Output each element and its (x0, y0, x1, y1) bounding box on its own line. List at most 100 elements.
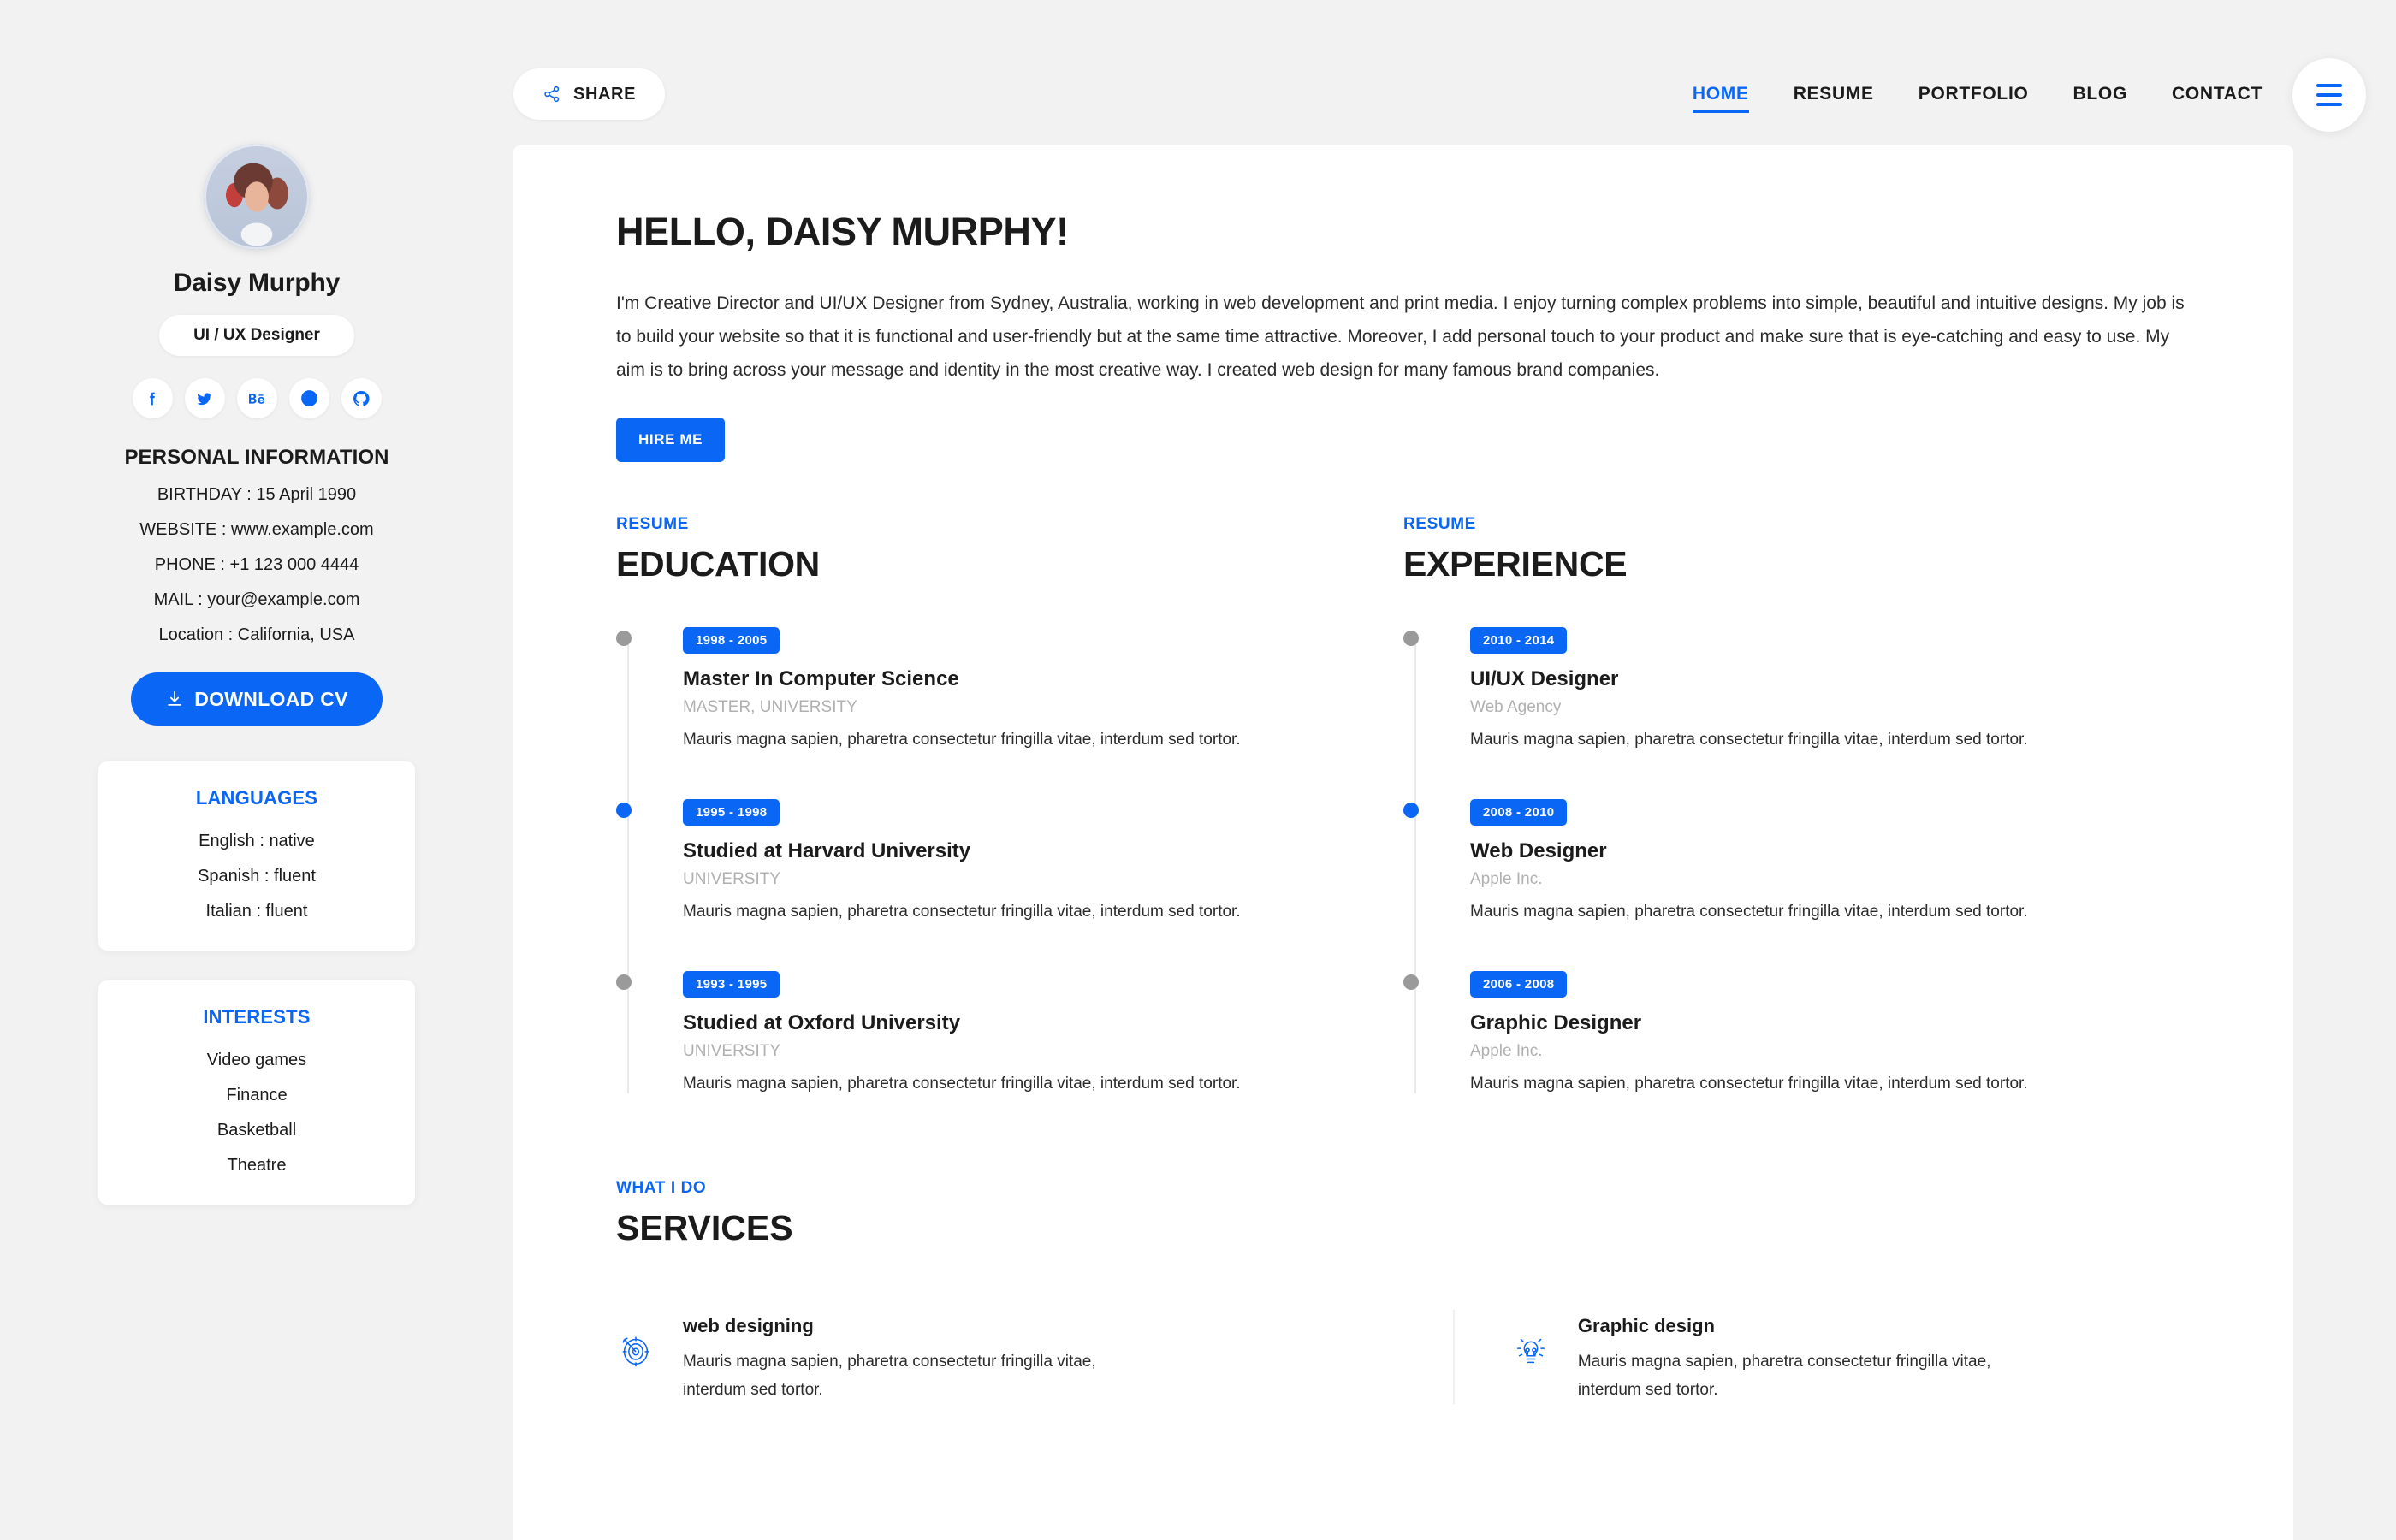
item-role: Web Designer (1470, 839, 1607, 862)
interests-title: INTERESTS (203, 1006, 311, 1028)
item-role: Master In Computer Science (683, 667, 959, 690)
timeline-dot (616, 631, 632, 646)
experience-section: RESUME EXPERIENCE 2010 - 2014 UI/UX Desi… (1403, 515, 2191, 1093)
social-links (0, 378, 513, 418)
info-location: Location : California, USA (158, 625, 355, 644)
avatar (204, 144, 310, 250)
item-description: Mauris magna sapien, pharetra consectetu… (1470, 1075, 2028, 1093)
share-network-icon (544, 86, 560, 103)
services-grid: web designing Mauris magna sapien, phare… (616, 1310, 2191, 1404)
education-timeline: 1998 - 2005 Master In Computer Science M… (616, 627, 1403, 1093)
interest-row: Theatre (227, 1156, 287, 1175)
hire-me-button[interactable]: HIRE ME (616, 418, 726, 462)
nav-item-home[interactable]: HOME (1670, 68, 1771, 120)
hamburger-bar (2316, 84, 2342, 87)
languages-card: LANGUAGES English : native Spanish : flu… (98, 761, 415, 951)
download-cv-button[interactable]: DOWNLOAD CV (131, 672, 383, 726)
period-badge: 1995 - 1998 (683, 799, 780, 826)
share-button[interactable]: SHARE (513, 68, 666, 120)
interests-card: INTERESTS Video games Finance Basketball… (98, 980, 415, 1205)
main-content-card: HELLO, DAISY MURPHY! I'm Creative Direct… (513, 145, 2293, 1540)
facebook-icon[interactable] (132, 378, 173, 418)
education-item: 1998 - 2005 Master In Computer Science M… (616, 627, 1403, 749)
interest-row: Finance (226, 1086, 288, 1105)
services-eyebrow: WHAT I DO (616, 1179, 707, 1197)
main-navigation: HOME RESUME PORTFOLIO BLOG CONTACT (1670, 68, 2285, 120)
role-badge: UI / UX Designer (159, 315, 354, 356)
nav-item-portfolio[interactable]: PORTFOLIO (1896, 68, 2051, 120)
timeline-dot (1403, 631, 1419, 646)
service-card: Graphic design Mauris magna sapien, phar… (1452, 1310, 2191, 1404)
language-row: Spanish : fluent (198, 867, 316, 886)
service-title: Graphic design (1577, 1315, 1715, 1336)
dribbble-icon[interactable] (288, 378, 329, 418)
hero-title: HELLO, DAISY MURPHY! (616, 210, 1069, 253)
service-description: Mauris magna sapien, pharetra consectetu… (683, 1353, 1096, 1399)
experience-timeline: 2010 - 2014 UI/UX Designer Web Agency Ma… (1403, 627, 2191, 1093)
experience-item: 2008 - 2010 Web Designer Apple Inc. Maur… (1403, 799, 2191, 921)
education-eyebrow: RESUME (616, 515, 689, 533)
period-badge: 1993 - 1995 (683, 971, 780, 998)
experience-item: 2010 - 2014 UI/UX Designer Web Agency Ma… (1403, 627, 2191, 749)
timeline-dot (616, 974, 632, 990)
item-subtitle: MASTER, UNIVERSITY (683, 698, 857, 716)
item-subtitle: UNIVERSITY (683, 870, 781, 888)
item-role: Studied at Oxford University (683, 1011, 961, 1034)
personal-information-title: PERSONAL INFORMATION (124, 446, 389, 469)
download-cv-label: DOWNLOAD CV (194, 687, 348, 710)
service-title: web designing (683, 1315, 814, 1336)
lightbulb-icon (1511, 1315, 1551, 1374)
period-badge: 2008 - 2010 (1470, 799, 1568, 826)
item-description: Mauris magna sapien, pharetra consectetu… (1470, 731, 2028, 749)
experience-item: 2006 - 2008 Graphic Designer Apple Inc. … (1403, 971, 2191, 1093)
period-badge: 2010 - 2014 (1470, 627, 1568, 654)
item-description: Mauris magna sapien, pharetra consectetu… (683, 903, 1241, 921)
interest-row: Basketball (216, 1121, 297, 1140)
download-icon (168, 690, 181, 706)
timeline-dot (1403, 974, 1419, 990)
experience-eyebrow: RESUME (1403, 515, 1476, 533)
item-role: Studied at Harvard University (683, 839, 971, 862)
info-website: WEBSITE : www.example.com (139, 520, 374, 539)
language-row: English : native (199, 832, 315, 850)
nav-item-contact[interactable]: CONTACT (2150, 68, 2285, 120)
info-mail: MAIL : your@example.com (153, 590, 360, 609)
item-subtitle: Web Agency (1470, 698, 1562, 716)
hero-paragraph: I'm Creative Director and UI/UX Designer… (616, 293, 2185, 380)
twitter-icon[interactable] (184, 378, 225, 418)
nav-item-resume[interactable]: RESUME (1771, 68, 1896, 120)
sidebar: Daisy Murphy UI / UX Designer PERSONAL I… (0, 0, 513, 1540)
resume-columns: RESUME EDUCATION 1998 - 2005 Master In C… (616, 515, 2191, 1093)
experience-title: EXPERIENCE (1403, 544, 1628, 583)
languages-title: LANGUAGES (195, 787, 318, 808)
hamburger-menu-icon[interactable] (2292, 58, 2366, 132)
education-item: 1995 - 1998 Studied at Harvard Universit… (616, 799, 1403, 921)
item-role: UI/UX Designer (1470, 667, 1619, 690)
share-label: SHARE (573, 84, 637, 104)
service-description: Mauris magna sapien, pharetra consectetu… (1577, 1353, 1991, 1399)
item-subtitle: Apple Inc. (1470, 1042, 1543, 1060)
services-header: WHAT I DO SERVICES (616, 1179, 2191, 1248)
item-description: Mauris magna sapien, pharetra consectetu… (683, 731, 1241, 749)
period-badge: 2006 - 2008 (1470, 971, 1568, 998)
info-phone: PHONE : +1 123 000 4444 (154, 555, 359, 574)
nav-item-blog[interactable]: BLOG (2051, 68, 2150, 120)
education-title: EDUCATION (616, 544, 820, 583)
item-subtitle: UNIVERSITY (683, 1042, 781, 1060)
target-arrow-icon (616, 1315, 655, 1374)
profile-name: Daisy Murphy (173, 269, 341, 297)
service-card: web designing Mauris magna sapien, phare… (616, 1310, 1402, 1404)
item-role: Graphic Designer (1470, 1011, 1642, 1034)
github-icon[interactable] (341, 378, 382, 418)
services-title: SERVICES (616, 1208, 793, 1247)
avatar-ring (204, 144, 310, 250)
timeline-dot (616, 803, 632, 818)
item-subtitle: Apple Inc. (1470, 870, 1543, 888)
timeline-dot (1403, 803, 1419, 818)
item-description: Mauris magna sapien, pharetra consectetu… (683, 1075, 1241, 1093)
education-section: RESUME EDUCATION 1998 - 2005 Master In C… (616, 515, 1403, 1093)
behance-icon[interactable] (236, 378, 277, 418)
education-item: 1993 - 1995 Studied at Oxford University… (616, 971, 1403, 1093)
period-badge: 1998 - 2005 (683, 627, 780, 654)
hamburger-bar (2316, 93, 2342, 97)
